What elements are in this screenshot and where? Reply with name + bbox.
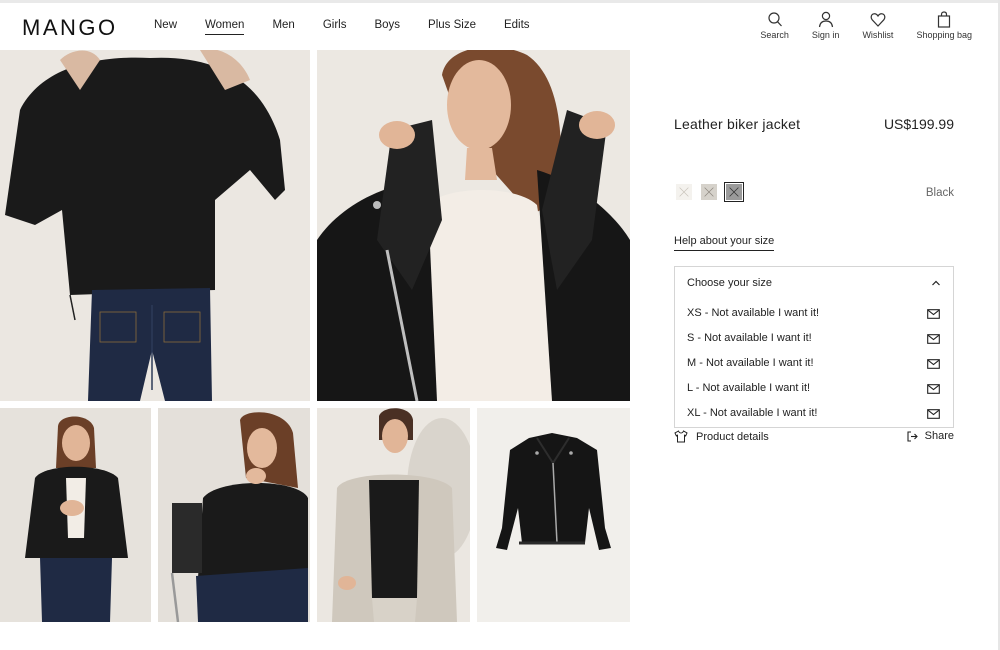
product-details-label: Product details [696,430,769,443]
brand-logo[interactable]: MANGO [22,15,118,41]
selected-color-name: Black [925,187,954,199]
layered-look-illustration [317,408,470,622]
search-icon [768,12,782,27]
sign-in-label: Sign in [811,30,840,40]
sign-in-button[interactable]: Sign in [811,11,840,40]
swatch-light[interactable] [676,184,692,200]
main-nav: New Women Men Girls Boys Plus Size Edits [154,19,558,35]
color-swatches [676,182,751,202]
product-image-flat-lay[interactable] [477,408,630,622]
bag-icon [938,11,951,28]
size-option-xl[interactable]: XL - Not available I want it! [675,403,953,425]
product-image-seated[interactable] [158,408,310,622]
product-image-front-view[interactable] [0,408,151,622]
swatch-beige[interactable] [701,184,717,200]
mail-icon[interactable] [927,384,940,394]
nav-girls[interactable]: Girls [323,19,347,35]
size-selector: Choose your size XS - Not available I wa… [674,266,954,428]
nav-men[interactable]: Men [272,19,294,35]
shopping-bag-label: Shopping bag [916,30,972,40]
size-option-l[interactable]: L - Not available I want it! [675,378,953,400]
nav-edits[interactable]: Edits [504,19,530,35]
cross-icon [679,187,689,197]
size-option-label: L - Not available I want it! [687,382,811,394]
nav-plus-size[interactable]: Plus Size [428,19,476,35]
chevron-up-icon[interactable] [931,279,941,287]
size-option-xs[interactable]: XS - Not available I want it! [675,303,953,325]
cross-icon [704,187,714,197]
heart-icon [870,13,886,27]
size-selector-header[interactable]: Choose your size [687,277,772,289]
mail-icon[interactable] [927,409,940,419]
size-option-label: XS - Not available I want it! [687,307,820,319]
size-option-label: XL - Not available I want it! [687,407,818,419]
nav-women[interactable]: Women [205,19,245,35]
share-button[interactable]: Share [907,430,954,442]
tshirt-icon [674,430,688,443]
size-option-s[interactable]: S - Not available I want it! [675,328,953,350]
seated-illustration [158,408,310,622]
mail-icon[interactable] [927,359,940,369]
product-image-collar-closeup[interactable] [317,50,630,401]
product-details-button[interactable]: Product details [674,430,769,443]
share-label: Share [924,430,954,442]
front-view-illustration [0,408,151,622]
product-gallery [0,50,630,625]
user-icon [818,11,833,28]
flat-lay-illustration [477,408,630,622]
search-label: Search [760,30,789,40]
wishlist-label: Wishlist [862,30,894,40]
header-actions: Search Sign in Wishlist Shopping bag [737,11,972,40]
mail-icon[interactable] [927,309,940,319]
product-image-layered-look[interactable] [317,408,470,622]
size-option-m[interactable]: M - Not available I want it! [675,353,953,375]
back-view-illustration [0,50,310,401]
help-size-link[interactable]: Help about your size [674,235,775,251]
mail-icon[interactable] [927,334,940,344]
collar-closeup-illustration [317,50,630,401]
wishlist-button[interactable]: Wishlist [862,11,893,40]
product-price: US$199.99 [883,116,954,132]
share-icon [907,430,918,442]
product-image-back-view[interactable] [0,50,310,401]
size-option-label: M - Not available I want it! [687,357,814,369]
search-button[interactable]: Search [760,11,789,40]
site-header: MANGO New Women Men Girls Boys Plus Size… [0,3,1000,50]
product-title: Leather biker jacket [674,116,801,132]
shopping-bag-button[interactable]: Shopping bag [916,11,972,40]
nav-new[interactable]: New [154,19,177,35]
size-option-label: S - Not available I want it! [687,332,812,344]
swatch-black[interactable] [724,182,744,202]
cross-icon [729,187,739,197]
nav-boys[interactable]: Boys [374,19,400,35]
